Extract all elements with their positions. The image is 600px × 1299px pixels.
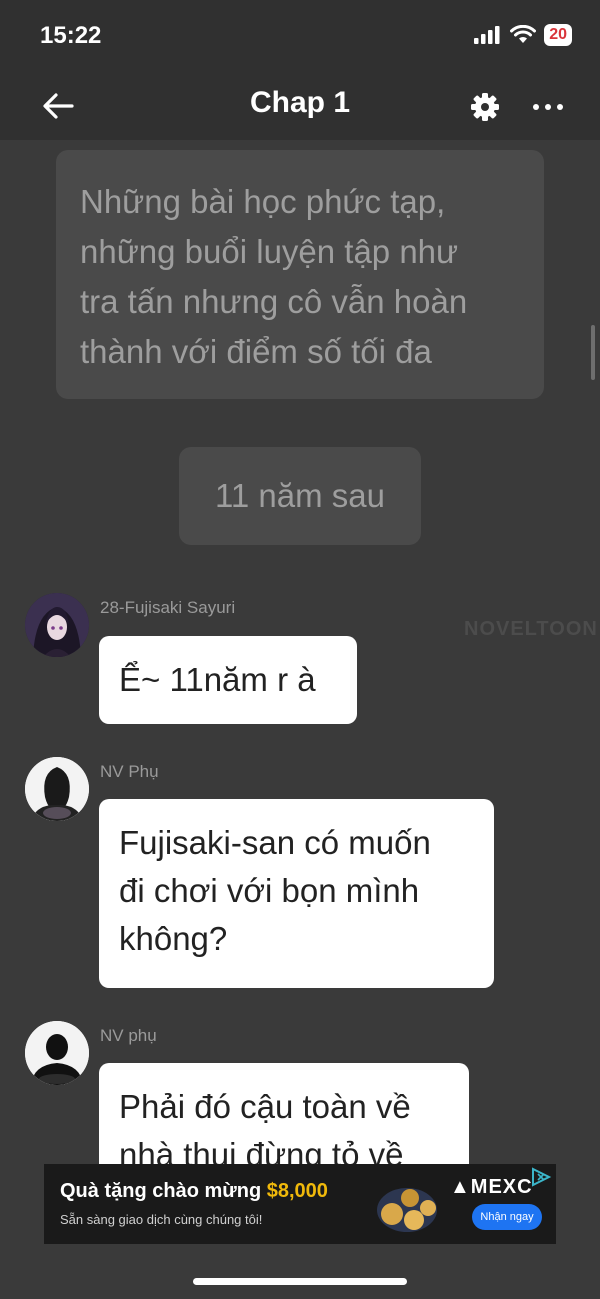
speaker-name: NV phụ	[100, 1026, 157, 1045]
chat-content[interactable]: Những bài học phức tạp, những buổi luyện…	[0, 140, 600, 1299]
ad-brand-text: MEXC	[470, 1176, 533, 1198]
narration-box: Những bài học phức tạp, những buổi luyện…	[56, 150, 544, 399]
battery-indicator: 20	[544, 24, 572, 46]
header-bar: Chap 1	[0, 72, 600, 140]
status-bar: 15:22 20	[0, 0, 600, 72]
status-time: 15:22	[40, 22, 102, 49]
timeskip-box: 11 năm sau	[179, 447, 421, 545]
page-title: Chap 1	[249, 86, 351, 119]
message-text: Ể~ 11năm r à	[119, 661, 316, 698]
ad-banner[interactable]: Quà tặng chào mừng $8,000 Sẵn sàng giao …	[44, 1164, 556, 1244]
signal-icon	[474, 26, 500, 44]
narration-line: những buổi luyện tập như	[80, 233, 459, 270]
message-text: đi chơi với bọn mình	[119, 872, 420, 909]
avatar[interactable]	[25, 757, 89, 821]
message-bubble: Fujisaki-san có muốn đi chơi với bọn mìn…	[99, 799, 494, 988]
message-bubble: Ể~ 11năm r à	[99, 636, 357, 724]
message-text: Phải đó cậu toàn về	[119, 1088, 411, 1125]
ad-choices-icon[interactable]	[530, 1166, 552, 1188]
speaker-name: NV Phụ	[100, 762, 159, 781]
message-text: không?	[119, 920, 228, 957]
ad-subtitle: Sẵn sàng giao dịch cùng chúng tôi!	[60, 1212, 263, 1227]
speaker-name: 28-Fujisaki Sayuri	[100, 598, 236, 617]
ad-title: Quà tặng chào mừng $8,000	[60, 1180, 328, 1203]
watermark: NOVELTOON	[464, 618, 598, 640]
home-indicator[interactable]	[193, 1278, 407, 1285]
narration-line: thành với điểm số tối đa	[80, 333, 432, 370]
ad-brand: ▲MEXC	[450, 1176, 533, 1199]
scrollbar[interactable]	[591, 325, 595, 380]
ad-cta-button[interactable]: Nhận ngay	[472, 1204, 542, 1230]
narration-line: tra tấn nhưng cô vẫn hoàn	[80, 283, 468, 320]
status-icons: 20	[474, 24, 572, 46]
ad-title-text: Quà tặng chào mừng	[60, 1180, 262, 1202]
message-text: Fujisaki-san có muốn	[119, 824, 431, 861]
wifi-icon	[510, 25, 537, 43]
gear-icon[interactable]	[470, 92, 500, 122]
ad-amount: $8,000	[266, 1180, 328, 1202]
avatar[interactable]	[25, 1021, 89, 1085]
more-options-icon[interactable]	[530, 92, 566, 122]
coins-icon	[377, 1188, 437, 1232]
avatar[interactable]	[25, 593, 89, 657]
mexc-logo-icon: ▲	[450, 1176, 471, 1198]
narration-line: Những bài học phức tạp,	[80, 183, 446, 220]
